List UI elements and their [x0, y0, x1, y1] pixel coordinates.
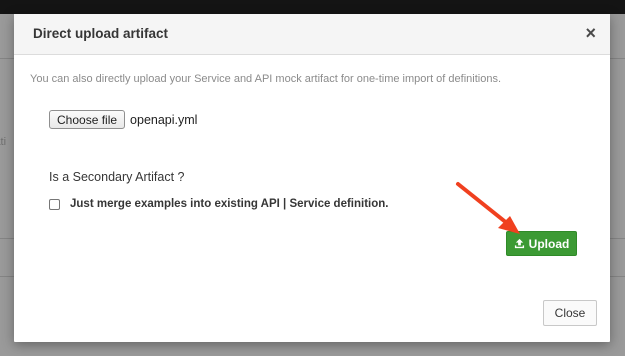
close-button[interactable]: Close — [543, 300, 597, 326]
backdrop-partial-text-label: lati — [0, 136, 7, 148]
file-input: Choose file openapi.yml — [49, 110, 197, 129]
selected-file-name: openapi.yml — [130, 112, 198, 127]
upload-button-label: Upload — [528, 236, 570, 251]
modal-header: Direct upload artifact × — [14, 14, 610, 55]
merge-examples-label[interactable]: Just merge examples into existing API | … — [70, 198, 389, 210]
backdrop-partial-text: lati — [0, 136, 14, 148]
modal-title: Direct upload artifact — [33, 26, 169, 41]
choose-file-button[interactable]: Choose file — [49, 110, 126, 129]
annotation-arrow-icon — [456, 182, 520, 234]
upload-artifact-modal: Direct upload artifact × You can also di… — [14, 14, 610, 342]
merge-examples-option: Just merge examples into existing API | … — [49, 198, 389, 210]
top-navbar — [0, 0, 625, 14]
close-icon[interactable]: × — [585, 23, 596, 43]
merge-examples-checkbox[interactable] — [49, 198, 60, 210]
secondary-artifact-label: Is a Secondary Artifact ? — [49, 170, 185, 184]
intro-text: You can also directly upload your Servic… — [30, 73, 501, 85]
modal-footer-divider — [14, 286, 610, 287]
